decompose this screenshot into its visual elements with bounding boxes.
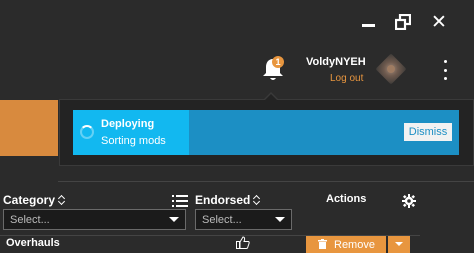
notification-item: Deploying Sorting mods Dismiss	[73, 110, 459, 155]
category-column-header[interactable]: Category	[3, 193, 66, 207]
list-view-icon[interactable]	[172, 194, 188, 208]
spinner-icon	[80, 125, 94, 139]
thumbs-up-icon[interactable]	[236, 236, 250, 249]
more-options-icon[interactable]	[441, 60, 449, 80]
actions-column-header: Actions	[326, 193, 366, 205]
category-select[interactable]: Select...	[3, 209, 186, 230]
chevron-down-icon	[169, 217, 179, 222]
avatar-center	[387, 65, 395, 73]
sort-icon	[58, 194, 66, 206]
divider	[58, 181, 474, 182]
username: VoldyNYEH	[306, 56, 366, 68]
endorsed-label: Endorsed	[195, 193, 251, 207]
category-select-value: Select...	[10, 213, 50, 226]
actions-label: Actions	[326, 193, 367, 205]
category-label: Category	[3, 193, 56, 207]
popover-arrow-inner	[264, 94, 278, 101]
dismiss-button[interactable]: Dismiss	[404, 123, 452, 141]
endorsed-select-value: Select...	[202, 213, 242, 226]
banner-strip	[0, 100, 58, 156]
mod-name: Overhauls	[6, 237, 60, 249]
trash-icon	[318, 239, 327, 249]
notification-count-badge: 1	[272, 56, 284, 68]
gear-icon[interactable]	[402, 194, 416, 208]
sort-icon	[253, 194, 261, 206]
app-window: ✕ 1 VoldyNYEH Log out Deploying Sorting …	[0, 0, 474, 253]
notification-title: Deploying	[101, 118, 155, 130]
minimize-icon[interactable]	[358, 12, 378, 32]
restore-icon[interactable]	[393, 12, 413, 32]
close-icon[interactable]: ✕	[429, 12, 449, 32]
notification-message: Sorting mods	[101, 135, 166, 147]
endorsed-select[interactable]: Select...	[195, 209, 292, 230]
chevron-down-icon	[275, 217, 285, 222]
chevron-down-icon	[395, 242, 403, 246]
logout-link[interactable]: Log out	[330, 73, 363, 84]
endorsed-column-header[interactable]: Endorsed	[195, 193, 261, 207]
